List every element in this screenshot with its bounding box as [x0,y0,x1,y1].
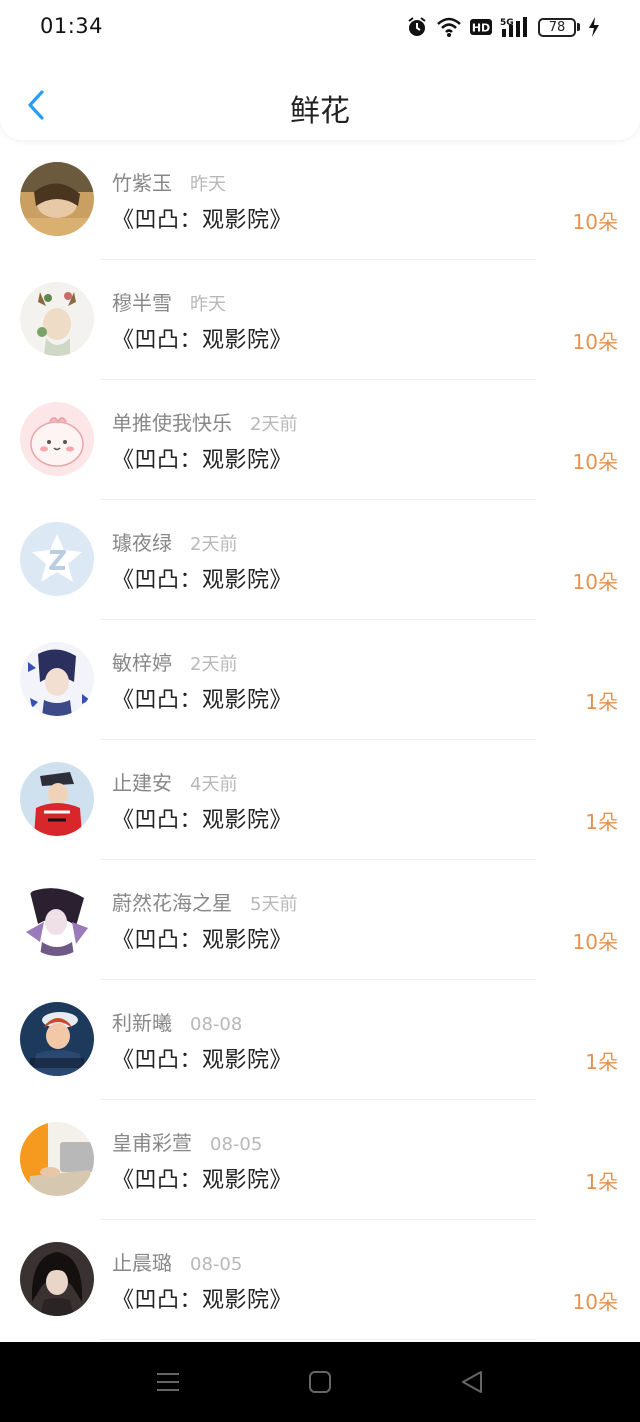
avatar[interactable] [20,282,94,356]
flower-amount: 10朵 [572,210,618,234]
status-time: 01:34 [40,14,104,38]
list-item[interactable]: 敏梓婷 2天前 《凹凸：观影院》 1朵 [0,620,640,740]
avatar[interactable] [20,1002,94,1076]
flower-list: 竹紫玉昨天 《凹凸：观影院》 10朵 穆半雪昨天 《凹凸：观影院》 10朵 [0,140,640,1342]
list-item[interactable]: 穆半雪 昨天 《凹凸：观影院》 10朵 [0,260,640,380]
list-item[interactable]: 璩夜绿 2天前 《凹凸：观影院》 10朵 [0,500,640,620]
status-icons: HD 5G 78 [406,16,600,38]
sender-name: 止建安 [112,771,172,795]
sender-name: 止晨璐 [112,1251,172,1275]
sent-time: 昨天 [190,294,226,315]
work-title: 《凹凸：观影院》 [112,328,293,353]
sender-name: 蔚然花海之星 [112,891,232,915]
work-title: 《凹凸：观影院》 [112,1288,293,1313]
avatar[interactable] [20,642,94,716]
sender-name: 皇甫彩萱 [112,1131,192,1155]
flower-amount: 1朵 [585,690,618,714]
sent-time: 2天前 [190,534,238,555]
wifi-icon [437,17,461,37]
charging-icon [589,17,599,37]
sent-time: 4天前 [190,774,238,795]
avatar[interactable] [20,1242,94,1316]
work-title: 《凹凸：观影院》 [112,688,293,713]
work-title: 《凹凸：观影院》 [112,568,293,593]
sender-name: 利新曦 [112,1011,172,1035]
flower-amount: 10朵 [572,450,618,474]
alarm-icon [408,17,426,36]
work-title: 《凹凸：观影院》 [112,1168,293,1193]
flower-amount: 1朵 [585,810,618,834]
avatar[interactable] [20,762,94,836]
list-item[interactable]: 止晨璐 08-05 《凹凸：观影院》 10朵 [0,1220,640,1340]
menu-icon[interactable] [154,1368,182,1396]
signal-5g-icon: 5G [500,17,527,37]
avatar[interactable] [20,402,94,476]
sender-name: 单推使我快乐 [112,411,232,435]
work-title: 《凹凸：观影院》 [112,808,293,833]
avatar[interactable] [20,522,94,596]
avatar[interactable] [20,162,94,236]
status-bar: 01:34 HD 5G 78 [0,0,640,58]
divider [100,1339,536,1340]
work-title: 《凹凸：观影院》 [112,208,293,233]
list-item[interactable]: 利新曦 08-08 《凹凸：观影院》 1朵 [0,980,640,1100]
home-square-icon[interactable] [306,1368,334,1396]
flower-amount: 10朵 [572,330,618,354]
flower-amount: 1朵 [585,1050,618,1074]
sender-name: 竹紫玉 [112,171,172,195]
sent-time: 08-05 [210,1134,263,1155]
sent-time: 2天前 [250,414,298,435]
list-item[interactable]: 止建安 4天前 《凹凸：观影院》 1朵 [0,740,640,860]
list-item[interactable]: 蔚然花海之星 5天前 《凹凸：观影院》 10朵 [0,860,640,980]
list-item[interactable]: 竹紫玉 昨天 《凹凸：观影院》 10朵 [0,140,640,260]
sent-time: 08-05 [190,1254,243,1275]
sent-time: 5天前 [250,894,298,915]
work-title: 《凹凸：观影院》 [112,928,293,953]
work-title: 《凹凸：观影院》 [112,448,293,473]
back-triangle-icon[interactable] [458,1368,486,1396]
sender-name: 穆半雪 [112,291,172,315]
sender-name: 璩夜绿 [112,531,172,555]
flower-amount: 10朵 [572,1290,618,1314]
flower-amount: 10朵 [572,930,618,954]
battery-level: 78 [538,17,576,37]
flower-amount: 10朵 [572,570,618,594]
sender-name: 敏梓婷 [112,651,172,675]
svg-text:HD: HD [472,22,490,35]
work-title: 《凹凸：观影院》 [112,1048,293,1073]
hd-icon: HD [470,19,492,35]
app-header: 01:34 HD 5G 78 鲜花 [0,0,640,140]
sent-time: 昨天 [190,174,226,195]
page-title: 鲜花 [290,94,350,129]
sent-time: 2天前 [190,654,238,675]
avatar[interactable] [20,1122,94,1196]
sent-time: 08-08 [190,1014,243,1035]
system-nav-bar [0,1342,640,1422]
avatar[interactable] [20,882,94,956]
list-item[interactable]: 皇甫彩萱 08-05 《凹凸：观影院》 1朵 [0,1100,640,1220]
list-item[interactable]: 单推使我快乐 2天前 《凹凸：观影院》 10朵 [0,380,640,500]
battery-icon: 78 [538,17,580,37]
flower-amount: 1朵 [585,1170,618,1194]
